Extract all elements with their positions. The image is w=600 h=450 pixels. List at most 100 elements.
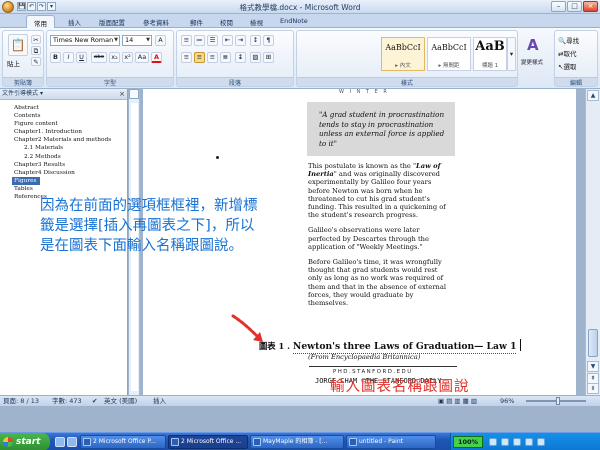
tab-endnote[interactable]: EndNote [280,17,308,25]
tray-icon[interactable] [513,438,521,446]
scroll-up-icon[interactable]: ▲ [587,90,599,101]
taskbar-button-browser[interactable]: MayMaple 的相簿 - [... [250,435,344,449]
subscript-button[interactable]: x₂ [109,52,120,63]
quick-launch-icon[interactable] [67,437,77,447]
comic-quote: "A grad student in procrastination tends… [319,110,445,148]
paste-button[interactable]: 貼上 [7,58,20,68]
maximize-button[interactable]: □ [567,1,582,12]
change-styles-button[interactable]: 變更樣式 [521,58,543,66]
show-marks-icon[interactable]: ¶ [263,35,274,46]
font-size-select[interactable]: 14 ▼ [122,35,152,46]
copy-icon[interactable]: ⧉ [31,46,41,55]
vertical-scrollbar[interactable]: ▲ ▼ ⇞ ⇟ [585,89,600,395]
superscript-button[interactable]: x² [122,52,133,63]
status-language[interactable]: 英文 (美國) [104,396,137,406]
nav-item-contents[interactable]: Contents [0,112,127,120]
window-title: 格式教學檔.docx - Microsoft Word [239,3,361,12]
ruler-toggle-button[interactable] [129,89,139,99]
windows-logo-icon [3,437,13,447]
change-case-button[interactable]: Aa [135,52,149,63]
line-spacing-icon[interactable]: ↨ [235,52,246,63]
paste-icon[interactable]: 📋 [8,34,28,56]
next-page-icon[interactable]: ⇟ [587,383,599,394]
title-bar: 💾 ↶ ↷ ▾ 格式教學檔.docx - Microsoft Word – □ … [0,0,600,14]
quick-launch-icon[interactable] [55,437,65,447]
cut-icon[interactable]: ✂ [31,35,41,44]
battery-indicator[interactable]: 100% [453,436,483,448]
taskbar-button-paint[interactable]: untitled - Paint [346,435,436,449]
nav-item-chapter1[interactable]: Chapter1. Introduction [0,128,127,136]
style-normal[interactable]: AaBbCcI ▸ 內文 [381,37,425,71]
tray-icon[interactable] [489,438,497,446]
nav-item-2-1[interactable]: 2.1 Materials [0,144,127,152]
taskbar-button-office-2[interactable]: 2 Microsoft Office ... [168,435,248,449]
numbering-icon[interactable]: ≔ [194,35,205,46]
tab-home[interactable]: 常用 [26,15,55,28]
scroll-thumb[interactable] [588,329,598,357]
close-button[interactable]: × [583,1,598,12]
nav-item-chapter2[interactable]: Chapter2 Materials and methods [0,136,127,144]
more-styles-icon[interactable]: ▾ [507,37,516,71]
bullets-icon[interactable]: ≡ [181,35,192,46]
tab-insert[interactable]: 插入 [68,17,81,27]
nav-item-figures[interactable]: Figures [12,176,40,185]
view-buttons[interactable]: ▣ ▤ ▥ ▦ ▧ [438,396,477,406]
figure-caption[interactable]: 圖表 1 . Newton's three Laws of Graduation… [259,340,517,354]
tab-review[interactable]: 校閱 [220,17,233,27]
start-button[interactable]: start [0,433,50,450]
nav-item-chapter4[interactable]: Chapter4 Discussion [0,169,127,177]
decrease-indent-icon[interactable]: ⇤ [222,35,233,46]
status-mode[interactable]: 插入 [153,396,166,406]
chevron-down-icon[interactable]: ▾ [40,90,43,97]
font-family-select[interactable]: Times New Roman ▼ [50,35,120,46]
network-icon[interactable] [537,438,545,446]
grow-font-icon[interactable]: A [155,35,166,46]
style-name: 標題 1 [481,63,499,69]
status-page[interactable]: 頁面: 8 / 13 [3,396,39,406]
tab-view[interactable]: 檢視 [250,17,263,27]
zoom-slider-knob[interactable] [556,397,560,405]
align-left-icon[interactable]: ≡ [181,52,192,63]
nav-item-chapter3[interactable]: Chapter3 Results [0,161,127,169]
nav-item-2-2[interactable]: 2.2 Methods [0,153,127,161]
format-painter-icon[interactable]: ✎ [31,57,41,66]
tray-icon[interactable] [501,438,509,446]
word-icon [83,438,91,446]
nav-item-abstract[interactable]: Abstract [0,104,127,112]
style-heading-1[interactable]: AaB 標題 1 [473,37,507,71]
minimize-button[interactable]: – [551,1,566,12]
nav-item-figure-content[interactable]: Figure content [0,120,127,128]
sort-icon[interactable]: ↕ [250,35,261,46]
borders-icon[interactable]: ⊞ [263,52,274,63]
bold-button[interactable]: B [50,52,61,63]
volume-icon[interactable] [525,438,533,446]
font-color-button[interactable]: A [151,52,162,63]
multilevel-list-icon[interactable]: ☰ [207,35,218,46]
close-icon[interactable]: × [119,89,125,99]
align-right-icon[interactable]: ≡ [207,52,218,63]
select-button[interactable]: ↖選取 [558,61,576,71]
nav-item-tables[interactable]: Tables [0,185,127,193]
font-group: Times New Roman ▼ 14 ▼ A B I U abe x₂ x² A… [46,30,174,87]
ribbon-tabs: 常用 插入 版面配置 參考資料 郵件 校閱 檢視 EndNote [0,14,600,28]
style-no-spacing[interactable]: AaBbCcI ▸ 無間距 [427,37,471,71]
status-words[interactable]: 字數: 473 [52,396,82,406]
increase-indent-icon[interactable]: ⇥ [235,35,246,46]
justify-icon[interactable]: ≣ [220,52,231,63]
shading-icon[interactable]: ▨ [250,52,261,63]
tab-mailings[interactable]: 郵件 [190,17,203,27]
change-styles-icon[interactable]: A [527,36,539,54]
taskbar-button-office-1[interactable]: 2 Microsoft Office P... [80,435,166,449]
replace-button[interactable]: ⇄取代 [558,48,576,58]
align-center-icon[interactable]: ≡ [194,52,205,63]
scroll-down-icon[interactable]: ▼ [587,361,599,372]
strikethrough-button[interactable]: abe [91,52,107,63]
proofing-icon[interactable]: ✔ [92,396,97,406]
tab-references[interactable]: 參考資料 [143,17,169,27]
zoom-level[interactable]: 96% [500,396,514,406]
italic-button[interactable]: I [63,52,74,63]
underline-button[interactable]: U [76,52,87,63]
tab-page-layout[interactable]: 版面配置 [99,17,125,27]
comic-paragraph-2: Galileo's observations were later perfec… [308,226,429,251]
find-button[interactable]: 🔍尋找 [558,35,579,45]
